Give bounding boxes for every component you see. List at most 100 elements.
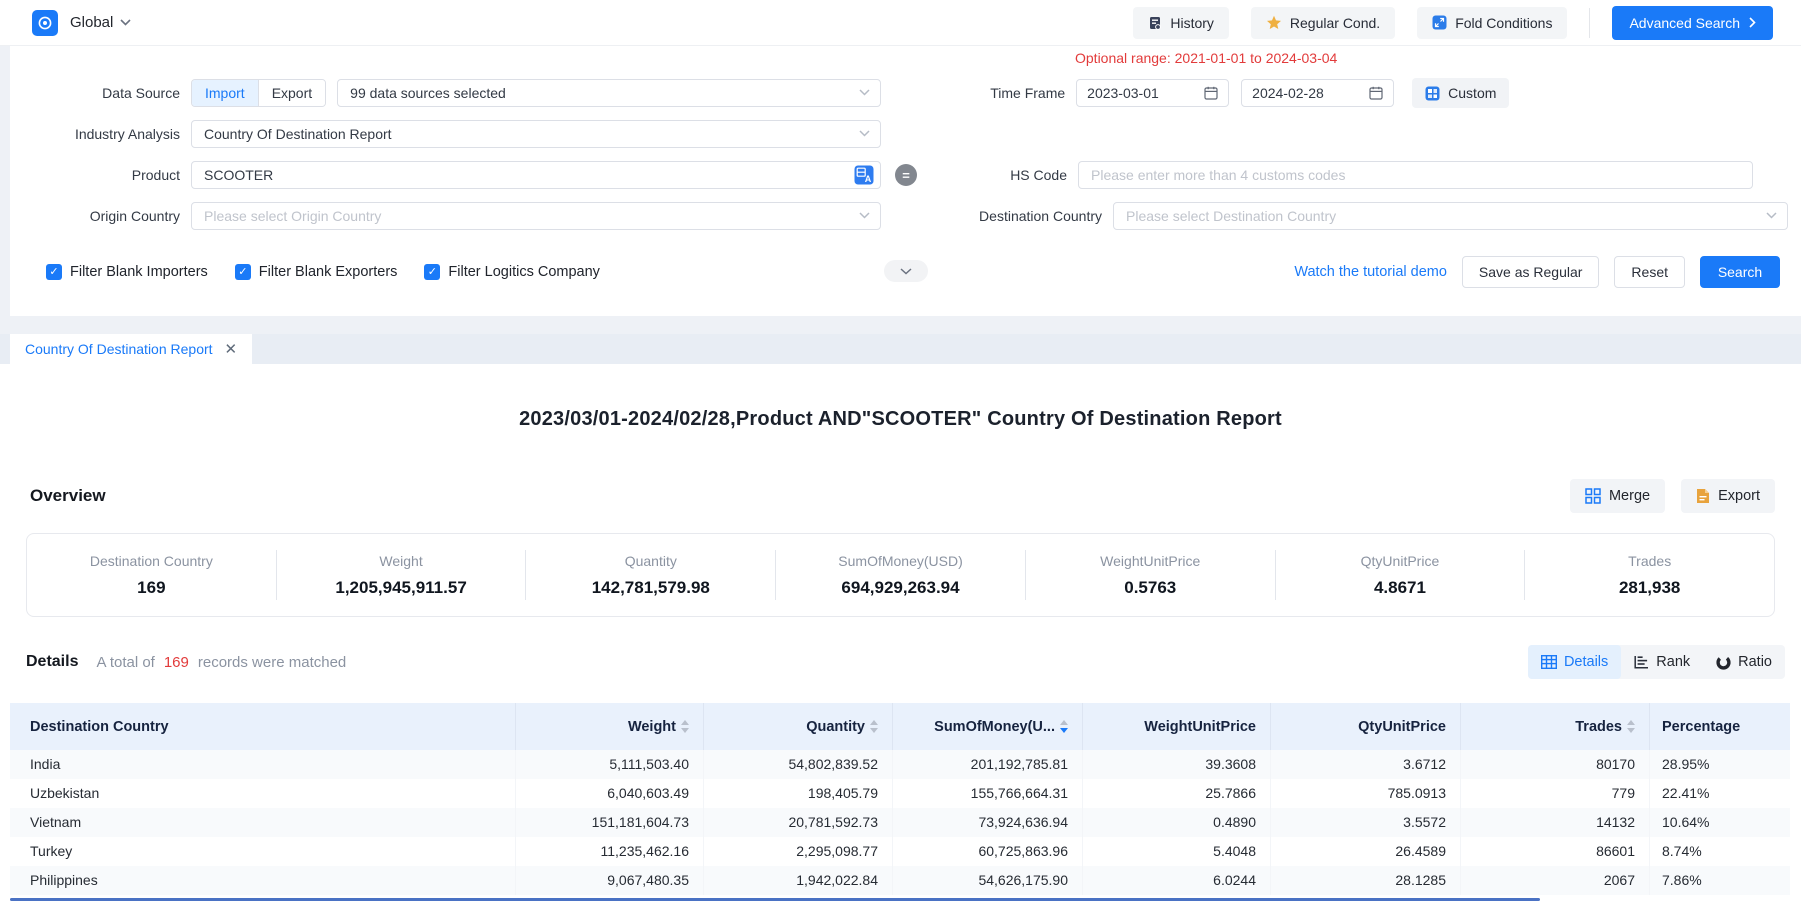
details-table: Destination Country Weight Quantity SumO… bbox=[10, 703, 1790, 895]
tutorial-link[interactable]: Watch the tutorial demo bbox=[1294, 264, 1447, 280]
search-button[interactable]: Search bbox=[1700, 256, 1780, 288]
view-switcher: Details Rank Ratio bbox=[1528, 645, 1785, 679]
col-quantity[interactable]: Quantity bbox=[704, 703, 893, 750]
industry-analysis-label: Industry Analysis bbox=[10, 126, 180, 142]
stat-destination-country: Destination Country 169 bbox=[27, 550, 277, 600]
match-summary: A total of169records were matched bbox=[96, 654, 346, 671]
translate-icon[interactable]: A bbox=[854, 165, 874, 185]
start-date-input[interactable]: 2023-03-01 bbox=[1076, 79, 1229, 107]
star-icon bbox=[1266, 15, 1282, 30]
custom-icon bbox=[1425, 86, 1440, 101]
sort-icon[interactable] bbox=[870, 720, 878, 733]
stat-quantity: Quantity 142,781,579.98 bbox=[526, 550, 776, 600]
hs-code-input[interactable] bbox=[1078, 161, 1753, 189]
filter-checkboxes: ✓ Filter Blank Importers ✓ Filter Blank … bbox=[46, 264, 600, 280]
result-tab-strip: Country Of Destination Report ✕ bbox=[0, 334, 1801, 364]
tab-country-of-destination-report[interactable]: Country Of Destination Report ✕ bbox=[10, 334, 252, 364]
product-input[interactable] bbox=[191, 161, 881, 189]
data-source-label: Data Source bbox=[10, 85, 180, 101]
data-sources-select[interactable]: 99 data sources selected bbox=[337, 79, 881, 107]
chevron-down-icon[interactable] bbox=[120, 19, 131, 26]
form-row-data-source: Data Source Import Export 99 data source… bbox=[10, 79, 1801, 107]
view-ratio-button[interactable]: Ratio bbox=[1703, 645, 1785, 679]
stat-trades: Trades 281,938 bbox=[1525, 550, 1774, 600]
view-details-button[interactable]: Details bbox=[1528, 645, 1621, 679]
optional-range-hint: Optional range: 2021-01-01 to 2024-03-04 bbox=[1075, 50, 1337, 66]
stat-sum-of-money: SumOfMoney(USD) 694,929,263.94 bbox=[776, 550, 1026, 600]
merge-button[interactable]: Merge bbox=[1570, 479, 1665, 513]
advanced-search-button[interactable]: Advanced Search bbox=[1612, 6, 1773, 40]
search-form-panel: Optional range: 2021-01-01 to 2024-03-04… bbox=[10, 46, 1801, 316]
app-page: Global History Regular Cond. Fold Condit… bbox=[0, 0, 1801, 903]
stat-weight: Weight 1,205,945,911.57 bbox=[277, 550, 527, 600]
form-row-product: Product A = HS Code bbox=[10, 161, 1801, 189]
overview-stats-card: Destination Country 169 Weight 1,205,945… bbox=[26, 533, 1775, 617]
destination-country-label: Destination Country bbox=[881, 208, 1102, 224]
filter-blank-exporters-checkbox[interactable]: ✓ Filter Blank Exporters bbox=[235, 264, 398, 280]
sort-icon[interactable] bbox=[1627, 720, 1635, 733]
import-tab[interactable]: Import bbox=[192, 80, 258, 106]
destination-country-select[interactable]: Please select Destination Country bbox=[1113, 202, 1788, 230]
form-action-row: ✓ Filter Blank Importers ✓ Filter Blank … bbox=[10, 256, 1801, 288]
fold-conditions-button[interactable]: Fold Conditions bbox=[1417, 7, 1567, 39]
view-rank-button[interactable]: Rank bbox=[1621, 645, 1703, 679]
sort-desc-icon[interactable] bbox=[1060, 720, 1068, 733]
overview-header: Overview Merge Export bbox=[30, 479, 1775, 513]
table-row: Vietnam 151,181,604.73 20,781,592.73 73,… bbox=[10, 808, 1790, 837]
svg-text:A: A bbox=[865, 174, 872, 184]
col-weight[interactable]: Weight bbox=[516, 703, 704, 750]
region-selector-label[interactable]: Global bbox=[70, 14, 113, 31]
exact-match-icon[interactable]: = bbox=[895, 164, 917, 186]
data-source-toggle: Import Export bbox=[191, 79, 326, 107]
filter-blank-importers-checkbox[interactable]: ✓ Filter Blank Importers bbox=[46, 264, 208, 280]
custom-range-button[interactable]: Custom bbox=[1412, 78, 1509, 108]
topbar-actions: History Regular Cond. Fold Conditions Ad… bbox=[1133, 6, 1773, 40]
stat-weight-unit-price: WeightUnitPrice 0.5763 bbox=[1026, 550, 1276, 600]
form-buttons: Watch the tutorial demo Save as Regular … bbox=[1294, 256, 1780, 288]
brand-logo-icon bbox=[32, 10, 58, 36]
origin-country-select[interactable]: Please select Origin Country bbox=[191, 202, 881, 230]
regular-cond-button[interactable]: Regular Cond. bbox=[1251, 7, 1395, 39]
reset-button[interactable]: Reset bbox=[1614, 256, 1685, 288]
collapse-form-button[interactable] bbox=[884, 260, 928, 282]
col-trades[interactable]: Trades bbox=[1461, 703, 1650, 750]
horizontal-scrollbar[interactable] bbox=[10, 898, 1540, 901]
details-header: Details A total of169records were matche… bbox=[26, 645, 1785, 679]
form-row-countries: Origin Country Please select Origin Coun… bbox=[10, 202, 1801, 230]
col-percentage: Percentage bbox=[1650, 703, 1790, 750]
chevron-right-icon bbox=[1749, 17, 1756, 28]
match-count: 169 bbox=[164, 654, 189, 671]
history-icon bbox=[1148, 16, 1162, 30]
close-tab-icon[interactable]: ✕ bbox=[225, 340, 238, 358]
end-date-input[interactable]: 2024-02-28 bbox=[1241, 79, 1394, 107]
chevron-down-icon bbox=[900, 268, 912, 275]
col-qty-unit-price: QtyUnitPrice bbox=[1271, 703, 1461, 750]
history-button[interactable]: History bbox=[1133, 7, 1229, 39]
origin-country-label: Origin Country bbox=[10, 208, 180, 224]
export-tab[interactable]: Export bbox=[258, 80, 325, 106]
col-weight-unit-price: WeightUnitPrice bbox=[1083, 703, 1271, 750]
bar-chart-icon bbox=[1634, 655, 1649, 669]
industry-analysis-select[interactable]: Country Of Destination Report bbox=[191, 120, 881, 148]
calendar-icon bbox=[1204, 86, 1218, 100]
top-bar: Global History Regular Cond. Fold Condit… bbox=[0, 0, 1801, 46]
donut-chart-icon bbox=[1716, 655, 1731, 670]
overview-heading: Overview bbox=[30, 486, 106, 506]
time-frame-label: Time Frame bbox=[881, 85, 1065, 101]
product-label: Product bbox=[10, 167, 180, 183]
save-as-regular-button[interactable]: Save as Regular bbox=[1462, 256, 1600, 288]
table-row: India 5,111,503.40 54,802,839.52 201,192… bbox=[10, 750, 1790, 779]
form-row-industry: Industry Analysis Country Of Destination… bbox=[10, 120, 1801, 148]
chevron-down-icon bbox=[1766, 212, 1777, 219]
overview-buttons: Merge Export bbox=[1570, 479, 1775, 513]
col-sum-of-money[interactable]: SumOfMoney(U... bbox=[893, 703, 1083, 750]
filter-logitics-company-checkbox[interactable]: ✓ Filter Logitics Company bbox=[424, 264, 600, 280]
hs-code-label: HS Code bbox=[917, 167, 1067, 183]
product-input-wrap: A bbox=[191, 161, 881, 189]
stat-qty-unit-price: QtyUnitPrice 4.8671 bbox=[1276, 550, 1526, 600]
export-button[interactable]: Export bbox=[1681, 479, 1775, 513]
sort-icon[interactable] bbox=[681, 720, 689, 733]
details-heading: Details bbox=[26, 653, 78, 671]
col-destination-country: Destination Country bbox=[10, 703, 516, 750]
merge-icon bbox=[1585, 488, 1601, 504]
